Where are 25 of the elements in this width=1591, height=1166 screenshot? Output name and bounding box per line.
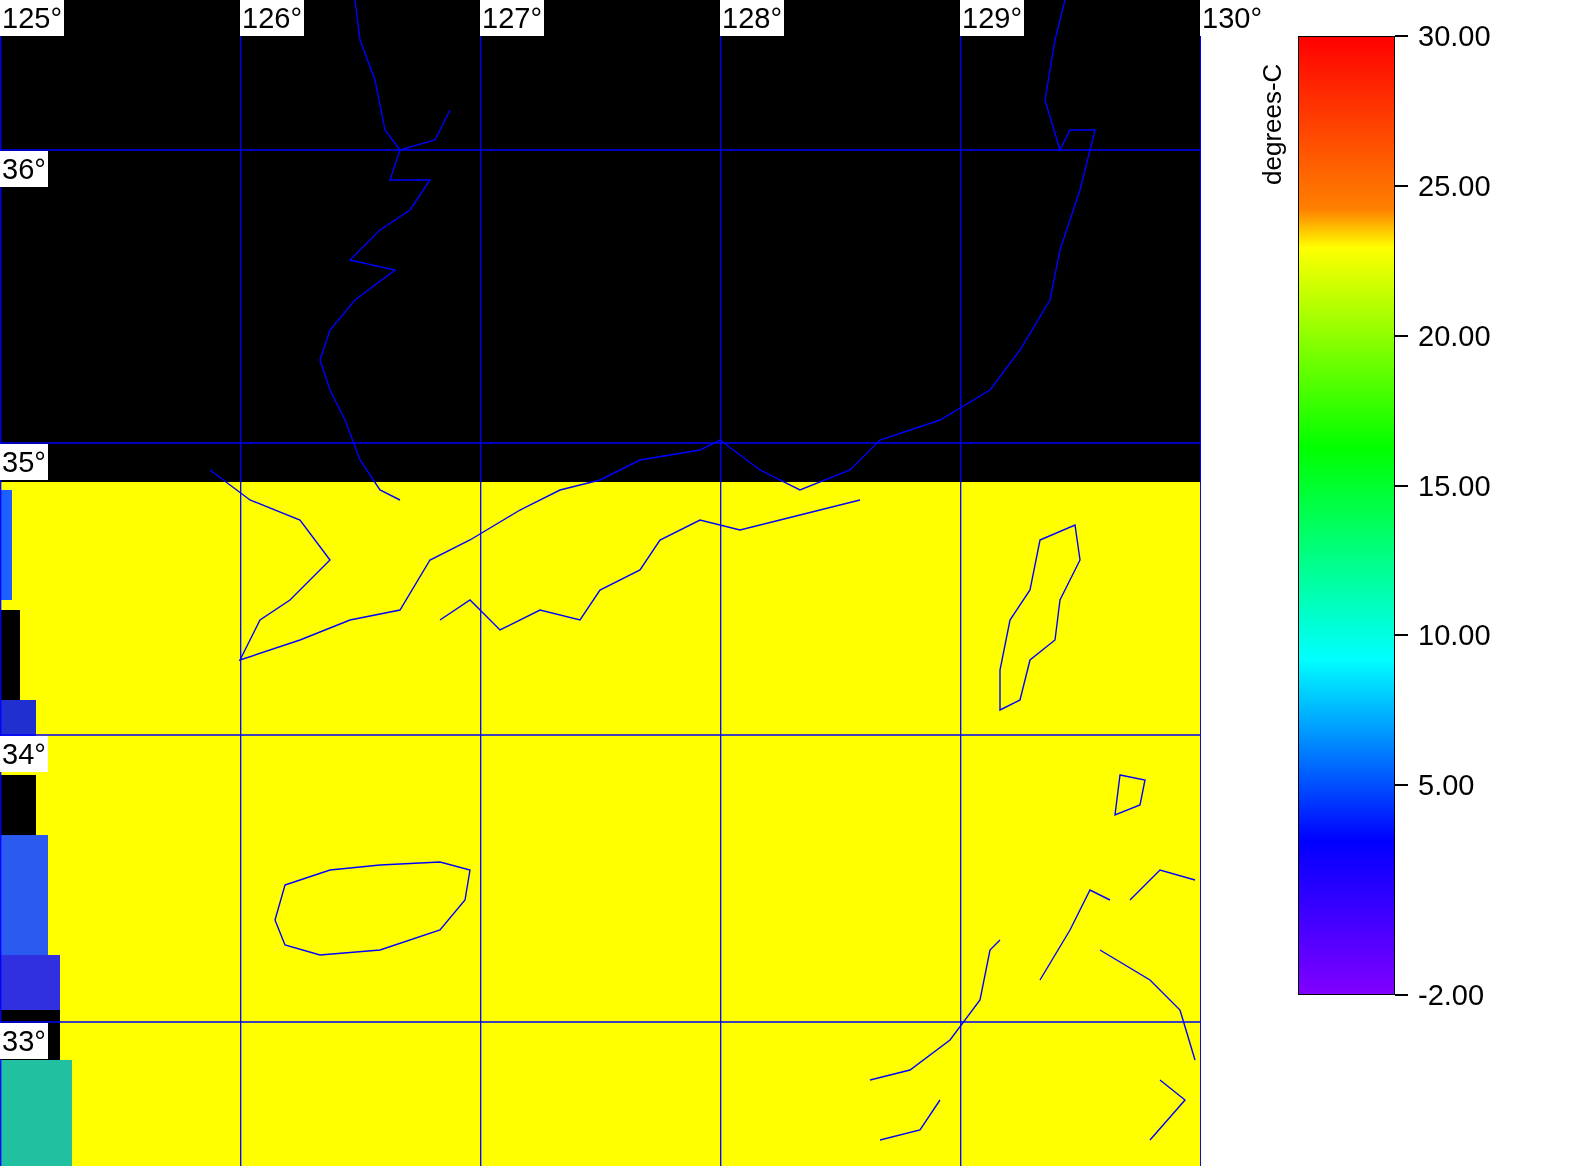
tick-mark [1395,484,1408,487]
tick-mark [1395,994,1408,996]
tick-label: 5.00 [1418,769,1475,802]
tick-mark [1395,35,1408,37]
longitude-label: 128° [720,0,784,36]
tick-label: 10.00 [1418,619,1491,652]
tick-mark [1395,184,1408,187]
tick-mark [1395,334,1408,337]
tick-label: 15.00 [1418,469,1491,502]
longitude-label: 127° [480,0,544,36]
longitude-label: 125° [0,0,64,36]
tick-label: 30.00 [1418,20,1491,52]
longitude-label: 130° [1200,0,1264,36]
tick-mark [1395,634,1408,637]
latitude-label: 34° [0,736,48,772]
tick-label: 20.00 [1418,319,1491,352]
tick-label: 25.00 [1418,169,1491,202]
longitude-label: 129° [960,0,1024,36]
longitude-label: 126° [240,0,304,36]
tick-mark [1395,784,1408,787]
latitude-label: 33° [0,1023,48,1059]
color-scale-title: degrees-C [1257,63,1287,185]
tick-label: -2.00 [1418,979,1485,1011]
latitude-label: 36° [0,151,48,187]
latitude-label: 35° [0,444,48,480]
